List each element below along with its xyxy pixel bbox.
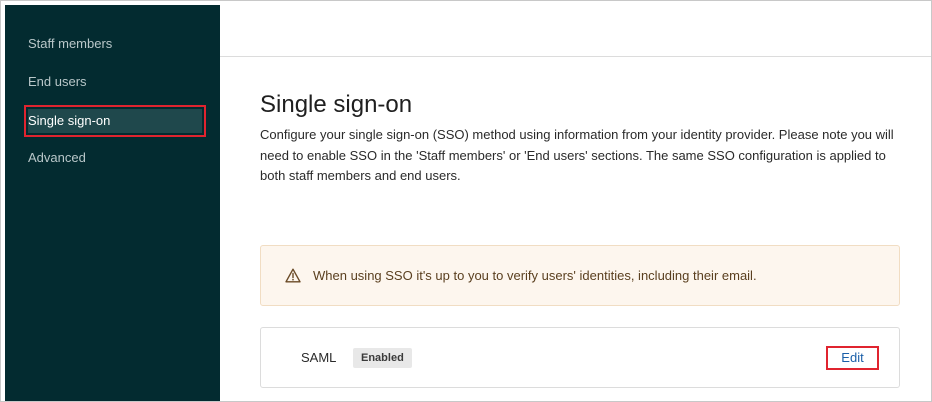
status-badge: Enabled	[353, 348, 412, 368]
sidebar-item-staff-members[interactable]: Staff members	[28, 32, 112, 56]
page-description: Configure your single sign-on (SSO) meth…	[260, 127, 894, 183]
sidebar: Staff members End users Single sign-on A…	[5, 5, 220, 401]
sidebar-item-label: Advanced	[28, 150, 86, 165]
sidebar-item-label: Single sign-on	[28, 113, 111, 128]
warning-banner: When using SSO it's up to you to verify …	[260, 245, 900, 306]
app-window: Staff members End users Single sign-on A…	[0, 0, 932, 402]
sidebar-item-label: Staff members	[28, 36, 113, 51]
sidebar-item-label: End users	[28, 74, 87, 89]
warning-text: When using SSO it's up to you to verify …	[313, 268, 757, 283]
sidebar-item-end-users[interactable]: End users	[28, 70, 87, 94]
saml-card: SAML Enabled Edit	[260, 327, 900, 388]
top-bar	[220, 5, 931, 57]
sidebar-item-single-sign-on[interactable]: Single sign-on	[24, 105, 206, 137]
warning-triangle-icon	[285, 268, 301, 283]
edit-saml-link[interactable]: Edit	[826, 346, 879, 370]
sidebar-item-advanced[interactable]: Advanced	[28, 146, 86, 170]
saml-label: SAML	[301, 350, 337, 365]
page-title: Single sign-on	[260, 91, 413, 118]
